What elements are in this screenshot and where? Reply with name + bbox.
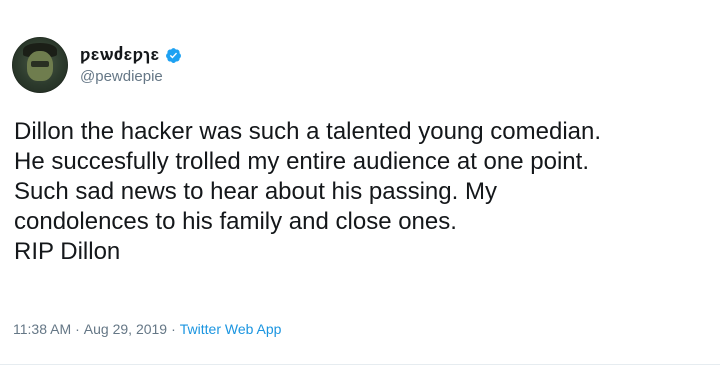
user-handle[interactable]: @pewdiepie	[80, 68, 182, 85]
tweet-card: ƿɛѡძɛƿɿɛ @pewdiepie Dillon the hacker wa…	[0, 0, 720, 381]
separator-dot: ·	[171, 321, 176, 337]
tweet-text: Dillon the hacker was such a talented yo…	[14, 118, 602, 265]
divider	[0, 364, 720, 365]
avatar[interactable]	[12, 37, 68, 93]
separator-dot: ·	[75, 321, 80, 337]
display-name[interactable]: ƿɛѡძɛƿɿɛ	[80, 45, 160, 65]
display-name-row: ƿɛѡძɛƿɿɛ	[80, 45, 182, 65]
verified-badge-icon	[165, 47, 182, 64]
author-names: ƿɛѡძɛƿɿɛ @pewdiepie	[80, 45, 182, 85]
tweet-source-link[interactable]: Twitter Web App	[180, 321, 282, 337]
tweet-header: ƿɛѡძɛƿɿɛ @pewdiepie	[12, 35, 182, 95]
tweet-date[interactable]: Aug 29, 2019	[84, 321, 167, 337]
avatar-eyes	[31, 61, 49, 67]
tweet-metadata: 11:38 AM · Aug 29, 2019 · Twitter Web Ap…	[13, 321, 281, 337]
tweet-time[interactable]: 11:38 AM	[13, 321, 71, 337]
